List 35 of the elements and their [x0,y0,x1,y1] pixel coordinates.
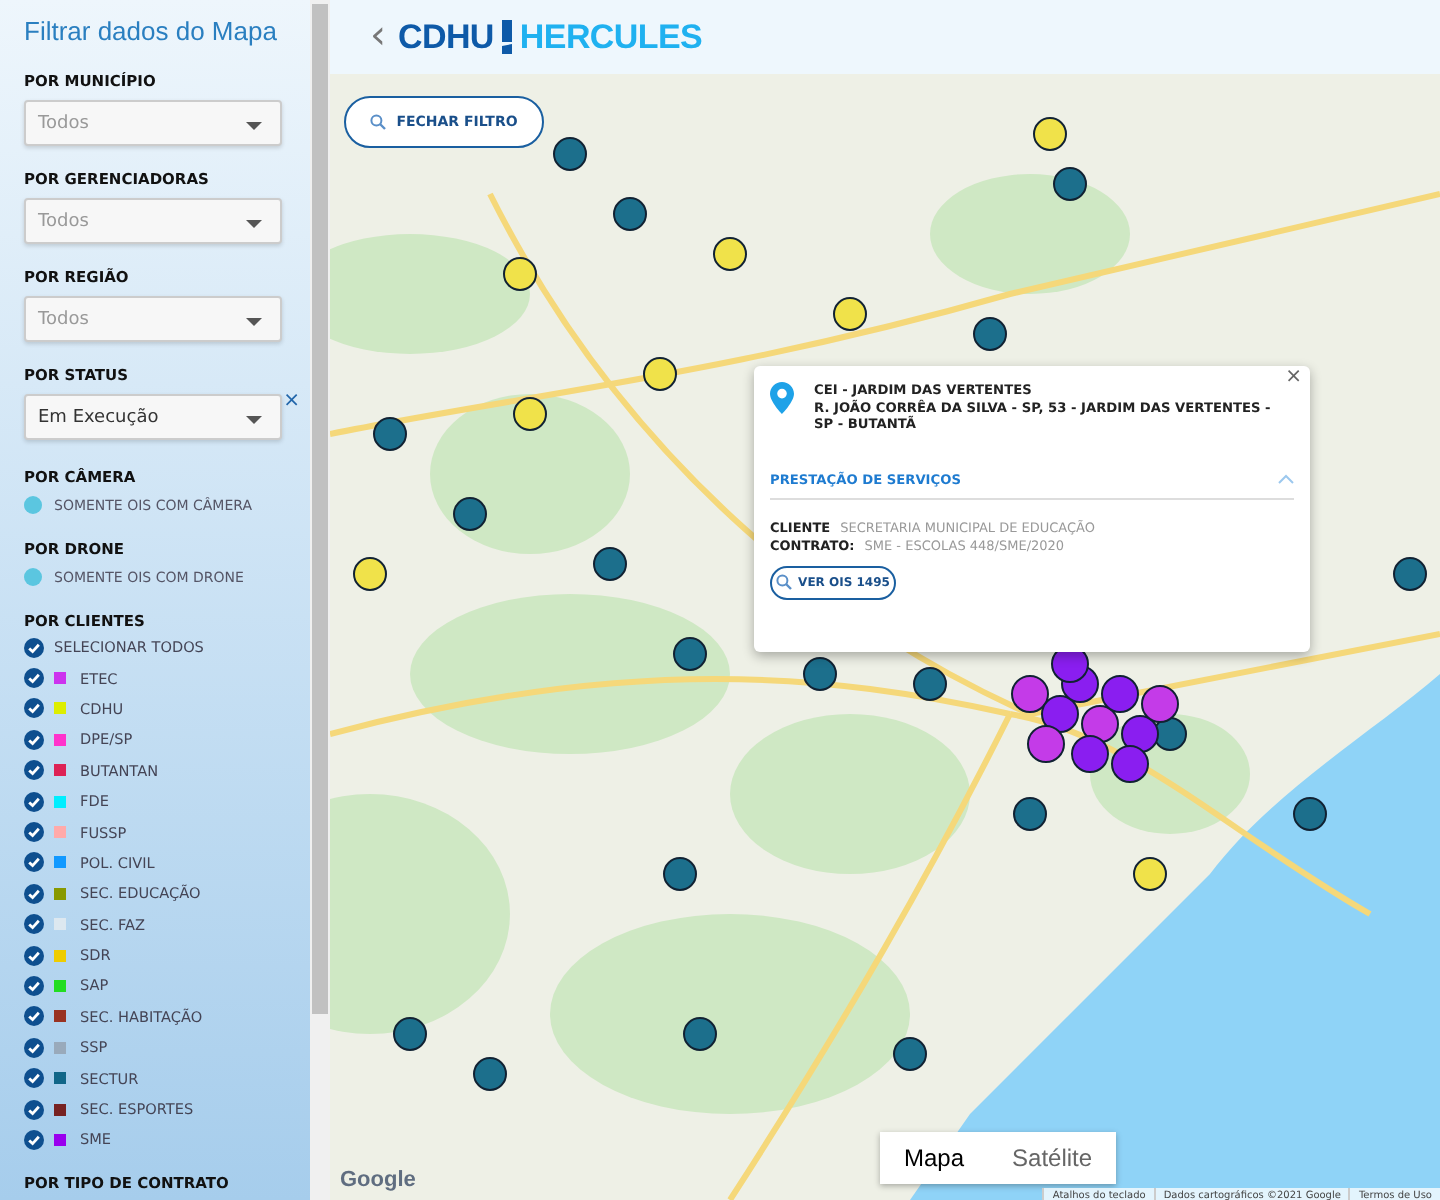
scrollbar[interactable] [310,0,330,1200]
checkbox[interactable] [24,975,44,996]
search-icon [370,114,387,130]
checkbox[interactable] [24,822,44,843]
checkbox[interactable] [24,791,44,812]
location-pin-icon [770,382,794,414]
caret-icon [246,318,262,326]
map-type-tab[interactable]: Satélite [988,1132,1117,1184]
close-button[interactable]: × [1285,368,1302,388]
back-button[interactable]: ‹ [370,14,386,54]
checkbox[interactable] [24,760,44,781]
checkbox[interactable] [24,637,44,658]
checkbox[interactable] [24,1006,44,1027]
toggle[interactable] [24,568,42,586]
checkbox[interactable] [24,729,44,750]
checkbox[interactable] [24,698,44,719]
map-type-tab[interactable]: Mapa [880,1132,989,1184]
clear-button[interactable]: × [283,392,300,412]
caret-icon [246,416,262,424]
checkbox[interactable] [24,914,44,935]
search-icon [776,574,793,591]
checkbox[interactable] [24,883,44,904]
google-logo: Google [340,1168,416,1192]
checkbox[interactable] [24,1037,44,1058]
checkbox[interactable] [24,945,44,966]
logo: CDHU HERCULES [398,17,703,57]
panel-title: Filtrar dados do Mapa [24,16,279,46]
checkbox[interactable] [24,668,44,689]
toggle[interactable] [24,496,42,514]
caret-icon [246,122,262,130]
caret-icon [246,220,262,228]
checkbox[interactable] [24,1129,44,1150]
checkbox[interactable] [24,1068,44,1089]
checkbox[interactable] [24,852,44,873]
checkbox[interactable] [24,1099,44,1120]
